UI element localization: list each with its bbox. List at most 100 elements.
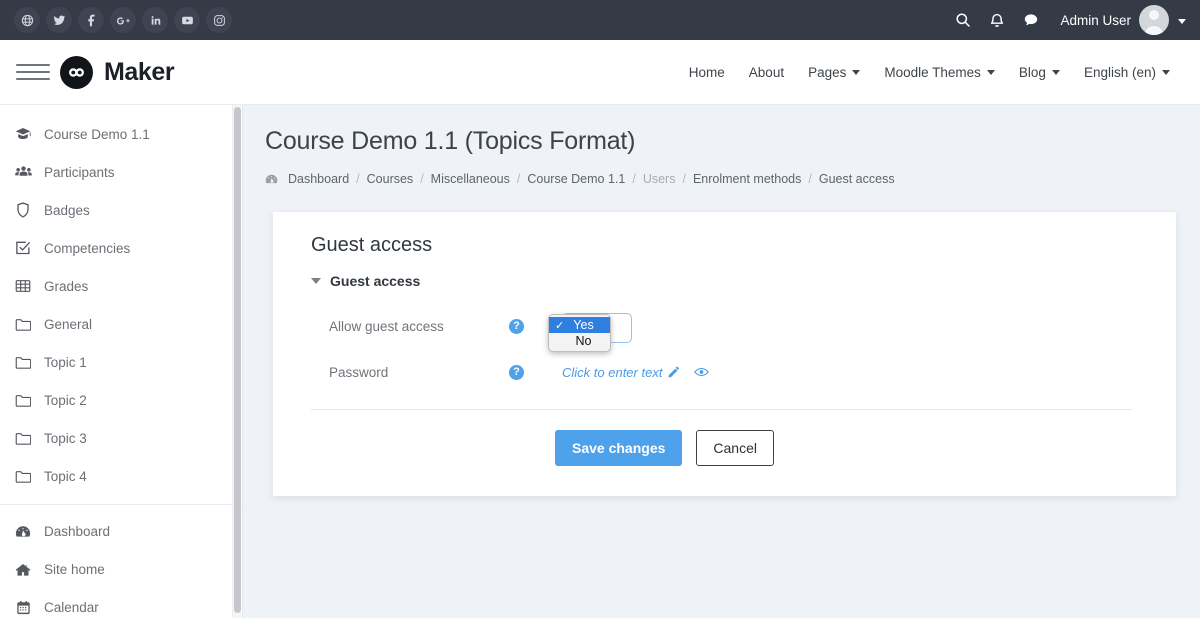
collapse-caret-icon[interactable] <box>311 278 321 284</box>
password-placeholder: Click to enter text <box>562 364 663 380</box>
nav-link-moodle-themes[interactable]: Moodle Themes <box>872 59 1007 86</box>
sidebar-item-competencies[interactable]: Competencies <box>0 229 242 267</box>
nav-link-label: Moodle Themes <box>884 64 981 80</box>
nav-link-label: Pages <box>808 64 847 80</box>
sidebar-item-label: Topic 2 <box>44 392 87 408</box>
dropdown-option-yes[interactable]: ✓ Yes <box>549 317 610 333</box>
folder-icon <box>14 315 32 333</box>
sidebar-scrollbar-thumb[interactable] <box>234 107 241 613</box>
facebook-icon[interactable] <box>78 7 104 33</box>
nav-link-home[interactable]: Home <box>677 59 737 86</box>
sidebar-scrollbar[interactable] <box>232 105 241 618</box>
hamburger-icon[interactable] <box>16 55 50 89</box>
twitter-icon[interactable] <box>46 7 72 33</box>
cancel-button[interactable]: Cancel <box>696 430 774 466</box>
sidebar-item-label: Grades <box>44 278 89 294</box>
sidebar-item-label: Topic 3 <box>44 430 87 446</box>
breadcrumb-item-courses[interactable]: Courses <box>367 172 414 186</box>
linkedin-icon[interactable] <box>142 7 168 33</box>
admin-user-name: Admin User <box>1060 12 1131 28</box>
password-input[interactable]: Click to enter text <box>562 365 680 380</box>
topbar-right: Admin User <box>944 5 1186 35</box>
avatar[interactable] <box>1139 5 1169 35</box>
pencil-icon[interactable] <box>668 366 680 378</box>
sidebar-item-general[interactable]: General <box>0 305 242 343</box>
breadcrumb-item-dashboard[interactable]: Dashboard <box>288 172 349 186</box>
breadcrumb-separator: / <box>632 172 636 186</box>
folder-icon <box>14 467 32 485</box>
sidebar-item-dashboard[interactable]: Dashboard <box>0 512 242 550</box>
field-label-password: Password <box>329 364 389 380</box>
allow-guest-access-dropdown[interactable]: ✓ Yes No <box>548 314 611 352</box>
chevron-down-icon <box>852 69 861 75</box>
dashboard-icon <box>14 522 32 540</box>
nav-link-label: Home <box>688 64 725 80</box>
instagram-icon[interactable] <box>206 7 232 33</box>
folder-icon <box>14 353 32 371</box>
sidebar-item-calendar[interactable]: Calendar <box>0 588 242 618</box>
sidebar-item-topic-1[interactable]: Topic 1 <box>0 343 242 381</box>
help-icon[interactable]: ? <box>509 318 524 334</box>
nav-link-label: Blog <box>1018 64 1046 80</box>
message-icon[interactable] <box>1016 5 1046 35</box>
breadcrumb-separator: / <box>516 172 521 186</box>
nav-link-label: About <box>748 64 785 80</box>
folder-icon <box>14 429 32 447</box>
eye-icon[interactable] <box>694 366 710 378</box>
breadcrumb-separator: / <box>808 172 812 186</box>
brand-logo[interactable]: Maker <box>60 55 175 89</box>
main-navbar: Maker Home About Pages Moodle Themes Blo… <box>0 40 1200 105</box>
breadcrumb-item-users: Users <box>642 172 676 186</box>
save-changes-button[interactable]: Save changes <box>555 430 683 466</box>
table-icon <box>14 277 32 295</box>
users-icon <box>14 163 32 181</box>
section-header-guest-access: Guest access <box>311 273 1148 289</box>
website-icon[interactable] <box>14 7 40 33</box>
breadcrumb-separator: / <box>682 172 686 186</box>
breadcrumb-item-enrolment-methods[interactable]: Enrolment methods <box>693 172 801 186</box>
social-links <box>14 7 232 33</box>
main-content: Course Demo 1.1 (Topics Format) Dashboar… <box>243 105 1200 618</box>
breadcrumb-item-course-demo[interactable]: Course Demo 1.1 <box>527 172 625 186</box>
sidebar-item-participants[interactable]: Participants <box>0 153 242 191</box>
sidebar-item-badges[interactable]: Badges <box>0 191 242 229</box>
top-social-bar: Admin User <box>0 0 1200 40</box>
help-icon[interactable]: ? <box>509 364 524 380</box>
calendar-icon <box>14 598 32 616</box>
nav-link-blog[interactable]: Blog <box>1007 59 1072 86</box>
nav-link-language[interactable]: English (en) <box>1072 59 1182 86</box>
sidebar-item-topic-3[interactable]: Topic 3 <box>0 419 242 457</box>
section-header-label: Guest access <box>330 273 421 289</box>
password-field: Click to enter text <box>548 365 710 380</box>
bell-icon[interactable] <box>982 5 1012 35</box>
google-plus-icon[interactable] <box>110 7 136 33</box>
sidebar-item-site-home[interactable]: Site home <box>0 550 242 588</box>
sidebar-item-label: Site home <box>44 561 105 577</box>
sidebar-item-topic-2[interactable]: Topic 2 <box>0 381 242 419</box>
youtube-icon[interactable] <box>174 7 200 33</box>
sidebar-item-grades[interactable]: Grades <box>0 267 242 305</box>
chevron-down-icon <box>1051 69 1060 75</box>
breadcrumb-separator: / <box>356 172 360 186</box>
card-title: Guest access <box>311 234 433 256</box>
sidebar-item-label: General <box>44 316 93 332</box>
breadcrumb-item-miscellaneous[interactable]: Miscellaneous <box>431 172 510 186</box>
nav-link-pages[interactable]: Pages <box>796 59 872 86</box>
sidebar-item-label: Course Demo 1.1 <box>44 126 150 142</box>
user-menu-caret-icon[interactable] <box>1178 11 1186 29</box>
breadcrumb-item-guest-access[interactable]: Guest access <box>819 172 895 186</box>
dropdown-option-no[interactable]: No <box>549 333 610 349</box>
sidebar-item-topic-4[interactable]: Topic 4 <box>0 457 242 495</box>
brand-name: Maker <box>104 57 175 86</box>
sidebar-item-course-demo[interactable]: Course Demo 1.1 <box>0 115 242 153</box>
home-icon <box>14 560 32 578</box>
search-icon[interactable] <box>948 5 978 35</box>
folder-icon <box>14 391 32 409</box>
graduation-cap-icon <box>14 125 32 143</box>
nav-link-label: English (en) <box>1083 64 1156 80</box>
breadcrumb: Dashboard / Courses / Miscellaneous / Co… <box>265 172 1176 186</box>
nav-link-about[interactable]: About <box>737 59 796 86</box>
course-sidebar: Course Demo 1.1 Participants Badges Comp… <box>0 105 243 618</box>
nav-links: Home About Pages Moodle Themes Blog Engl… <box>677 59 1182 86</box>
sidebar-item-label: Calendar <box>44 599 99 615</box>
